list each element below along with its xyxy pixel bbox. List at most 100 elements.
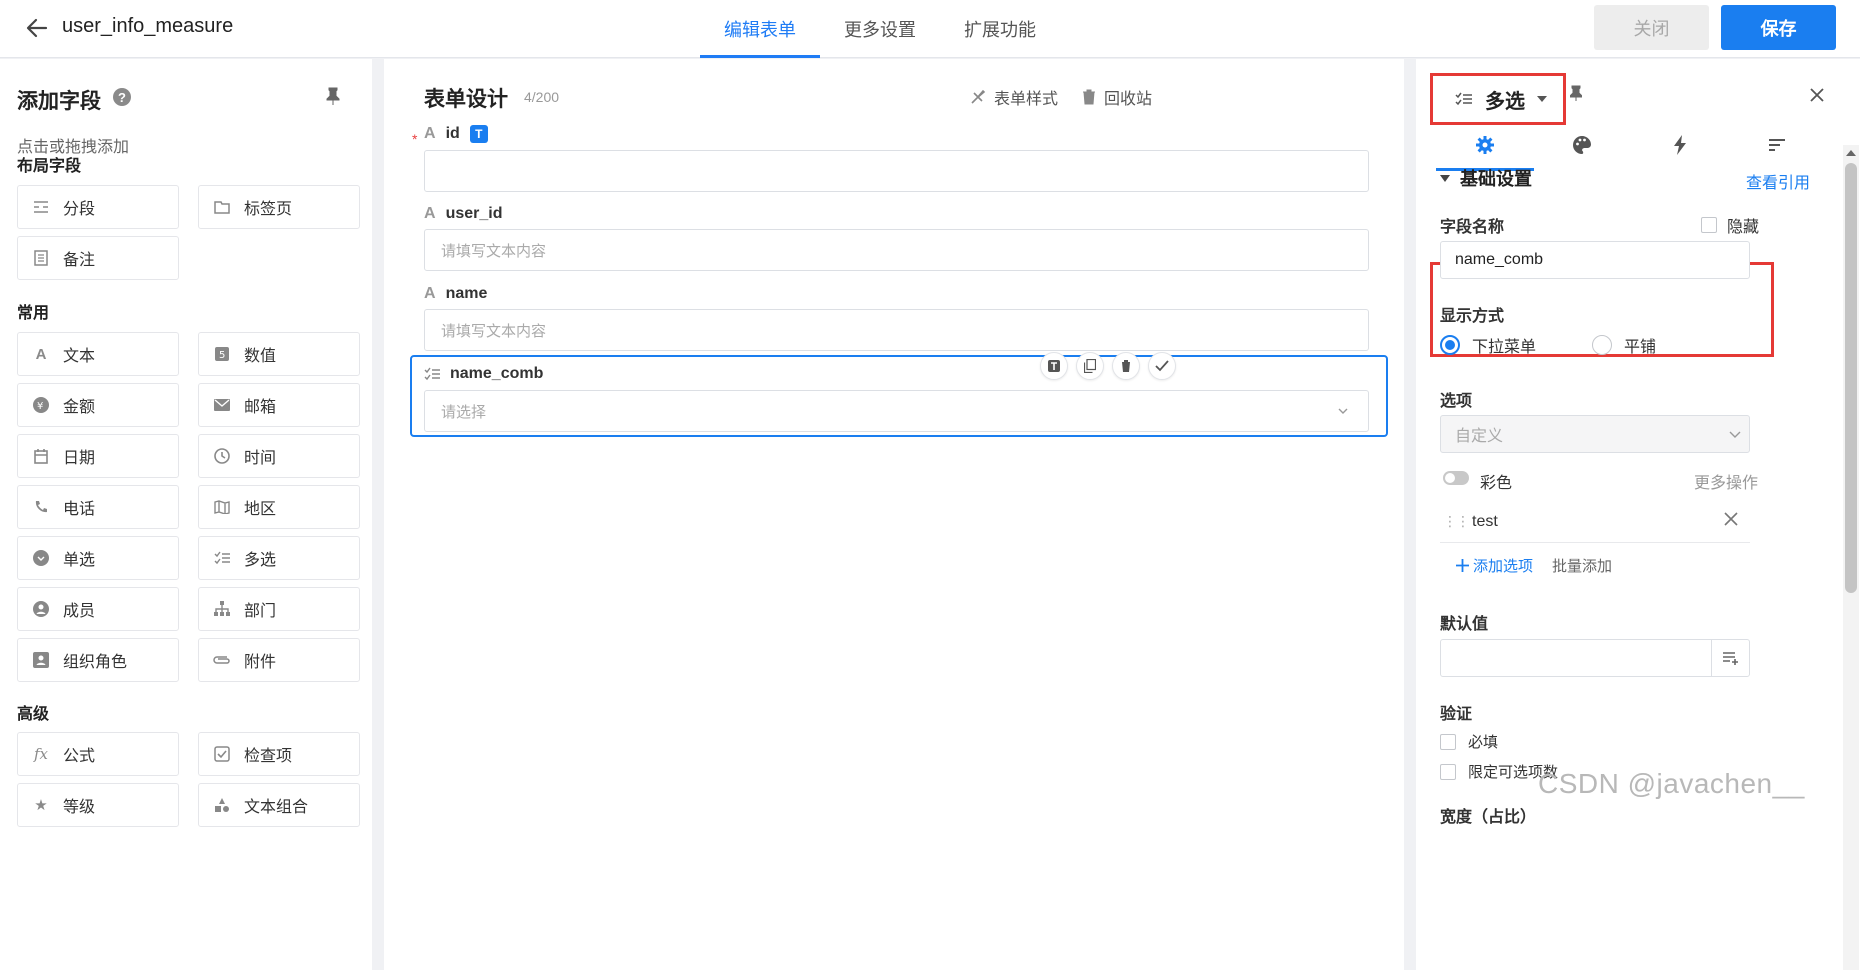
field-label: 时间 [244, 450, 277, 467]
select-placeholder: 请选择 [441, 403, 487, 421]
field-button-member[interactable]: 成员 [17, 587, 179, 631]
field-button-date[interactable]: 日期 [17, 434, 179, 478]
radio-tile[interactable]: 平铺 [1592, 333, 1656, 357]
text-format-button[interactable] [1040, 352, 1068, 380]
collapse-triangle-icon [1440, 174, 1450, 182]
default-value-input[interactable] [1440, 639, 1750, 677]
department-icon [213, 600, 231, 618]
field-label: 备注 [63, 252, 96, 269]
confirm-button[interactable] [1148, 352, 1176, 380]
limit-checkbox[interactable] [1440, 763, 1456, 780]
tab-basic-settings[interactable] [1436, 119, 1534, 171]
help-icon[interactable]: ? [113, 88, 131, 106]
hidden-checkbox[interactable] [1701, 217, 1717, 233]
tab-sort[interactable] [1729, 119, 1827, 171]
field-button-multi-select[interactable]: 多选 [198, 536, 360, 580]
field-name-input[interactable]: name_comb [1440, 241, 1750, 279]
field-button-phone[interactable]: 电话 [17, 485, 179, 529]
field-button-text[interactable]: A 文本 [17, 332, 179, 376]
drag-handle-icon[interactable]: ⋮⋮ [1443, 513, 1470, 530]
svg-text:5: 5 [219, 350, 225, 361]
field-button-single-select[interactable]: 单选 [17, 536, 179, 580]
name-input[interactable]: 请填写文本内容 [424, 309, 1369, 351]
required-checkbox[interactable] [1440, 733, 1456, 750]
field-label-id: A id T [424, 125, 488, 143]
user-id-input[interactable]: 请填写文本内容 [424, 229, 1369, 271]
field-button-department[interactable]: 部门 [198, 587, 360, 631]
field-button-section[interactable]: 分段 [17, 185, 179, 229]
pin-icon[interactable] [326, 87, 340, 110]
field-button-region[interactable]: 地区 [198, 485, 360, 529]
field-button-note[interactable]: 备注 [17, 236, 179, 280]
copy-button[interactable] [1076, 352, 1104, 380]
required-option[interactable]: 必填 [1440, 731, 1498, 752]
radio-button-on[interactable] [1440, 335, 1460, 355]
scrollbar-thumb[interactable] [1845, 163, 1857, 593]
text-format-icon [1048, 360, 1060, 372]
tab-events[interactable] [1631, 119, 1729, 171]
field-label: 标签页 [244, 201, 293, 218]
validation-label: 验证 [1440, 706, 1473, 723]
scrollbar[interactable] [1843, 145, 1859, 970]
gear-icon [1475, 136, 1494, 154]
radio-dropdown[interactable]: 下拉菜单 [1440, 333, 1536, 357]
hidden-toggle[interactable]: 隐藏 [1701, 213, 1759, 237]
add-option-button[interactable]: 添加选项 [1456, 555, 1533, 576]
field-label: 分段 [63, 201, 96, 218]
field-button-email[interactable]: 邮箱 [198, 383, 360, 427]
field-button-text-combo[interactable]: 文本组合 [198, 783, 360, 827]
radio-button-off[interactable] [1592, 335, 1612, 355]
close-button[interactable]: 关闭 [1594, 5, 1709, 50]
money-icon: ¥ [32, 396, 50, 414]
field-button-number[interactable]: 5 数值 [198, 332, 360, 376]
pin-icon[interactable] [1569, 85, 1583, 106]
tab-more-settings[interactable]: 更多设置 [820, 0, 940, 58]
field-button-role[interactable]: 组织角色 [17, 638, 179, 682]
field-label: 部门 [244, 603, 277, 620]
svg-text:¥: ¥ [37, 401, 43, 412]
field-type-switcher[interactable]: 多选 [1430, 73, 1566, 125]
multi-select-icon [424, 367, 440, 381]
color-toggle[interactable] [1443, 471, 1469, 485]
list-add-icon [1722, 652, 1738, 665]
multi-select-icon [213, 549, 231, 567]
id-input[interactable] [424, 150, 1369, 192]
palette-icon [1573, 136, 1592, 154]
recycle-bin-button[interactable]: 回收站 [1082, 85, 1152, 109]
field-button-check-item[interactable]: 检查项 [198, 732, 360, 776]
basic-settings-header[interactable]: 基础设置 [1440, 165, 1532, 191]
group-title-common: 常用 [17, 305, 50, 322]
close-panel-icon[interactable] [1809, 83, 1825, 109]
name-comb-select[interactable]: 请选择 [424, 390, 1369, 432]
field-button-time[interactable]: 时间 [198, 434, 360, 478]
options-source-select[interactable]: 自定义 [1440, 415, 1750, 453]
multi-select-icon [1455, 92, 1472, 105]
default-value-picker-button[interactable] [1711, 640, 1749, 676]
role-icon [32, 651, 50, 669]
formula-icon: fx [33, 745, 48, 763]
view-reference-link[interactable]: 查看引用 [1746, 169, 1810, 193]
form-style-button[interactable]: 表单样式 [970, 85, 1058, 109]
field-name-label: 字段名称 [1440, 219, 1505, 236]
more-operations-link[interactable]: 更多操作 [1694, 469, 1758, 493]
option-label[interactable]: test [1472, 513, 1498, 531]
check-icon [1155, 360, 1169, 372]
attachment-icon [213, 651, 231, 669]
tab-edit-form[interactable]: 编辑表单 [700, 0, 820, 58]
delete-button[interactable] [1112, 352, 1140, 380]
field-button-tab-page[interactable]: 标签页 [198, 185, 360, 229]
field-label: 检查项 [244, 748, 293, 765]
back-button[interactable] [22, 13, 52, 43]
field-label: 文本组合 [244, 799, 309, 816]
field-button-formula[interactable]: fx 公式 [17, 732, 179, 776]
canvas-title: 表单设计 [424, 88, 508, 111]
tab-page-icon [213, 198, 231, 216]
tab-style[interactable] [1534, 119, 1632, 171]
tab-extensions[interactable]: 扩展功能 [940, 0, 1060, 58]
field-button-attachment[interactable]: 附件 [198, 638, 360, 682]
field-button-rating[interactable]: ★ 等级 [17, 783, 179, 827]
save-button[interactable]: 保存 [1721, 5, 1836, 50]
field-button-money[interactable]: ¥ 金额 [17, 383, 179, 427]
star-icon: ★ [34, 797, 48, 814]
bulk-add-button[interactable]: 批量添加 [1552, 555, 1612, 576]
